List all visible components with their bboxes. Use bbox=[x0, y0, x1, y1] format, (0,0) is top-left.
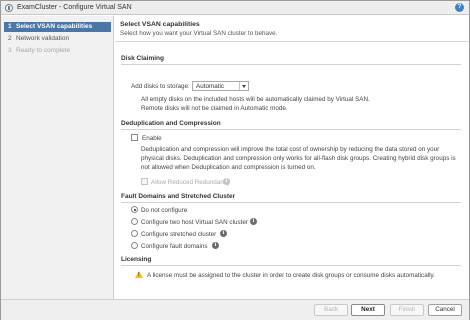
dedup-desc-2: physical disks. Deduplication and compre… bbox=[141, 155, 456, 162]
chevron-down-icon[interactable] bbox=[239, 82, 248, 90]
title-bar: ExamCluster - Configure Virtual SAN ? bbox=[1, 1, 469, 15]
back-button[interactable]: Back bbox=[314, 304, 348, 316]
section-divider bbox=[121, 129, 461, 130]
dedup-desc-3: not allowed when Deduplication and compr… bbox=[141, 164, 316, 171]
step-label: Select VSAN capabilities bbox=[16, 23, 93, 30]
disk-claiming-desc-1: All empty disks on the included hosts wi… bbox=[141, 96, 370, 103]
step-label: Network validation bbox=[16, 35, 70, 42]
wizard-content: Select VSAN capabilities Select how you … bbox=[115, 16, 469, 299]
help-icon[interactable]: ? bbox=[455, 3, 464, 12]
wizard-footer: Back Next Finish Cancel bbox=[1, 299, 469, 320]
info-icon[interactable]: i bbox=[212, 242, 219, 249]
dedup-enable-label[interactable]: Enable bbox=[142, 135, 162, 142]
info-icon[interactable]: i bbox=[250, 218, 257, 225]
info-icon[interactable]: i bbox=[223, 178, 230, 185]
disk-claiming-heading: Disk Claiming bbox=[121, 55, 164, 62]
step-ready-to-complete: 3 Ready to complete bbox=[4, 46, 111, 56]
wizard-steps-sidebar: 1 Select VSAN capabilities 2 Network val… bbox=[1, 16, 114, 299]
window-title: ExamCluster - Configure Virtual SAN bbox=[17, 4, 132, 11]
step-label: Ready to complete bbox=[16, 47, 71, 54]
licensing-warning-text: A license must be assigned to the cluste… bbox=[147, 272, 435, 279]
allow-reduced-redundancy-label: Allow Reduced Redundancy bbox=[151, 179, 231, 186]
step-select-vsan-capabilities[interactable]: 1 Select VSAN capabilities bbox=[4, 22, 111, 32]
wizard-dialog: ExamCluster - Configure Virtual SAN ? 1 … bbox=[0, 0, 470, 320]
next-button[interactable]: Next bbox=[351, 304, 385, 316]
allow-reduced-redundancy-checkbox bbox=[141, 178, 148, 185]
add-disks-select[interactable]: Automatic bbox=[192, 81, 249, 91]
fault-domains-heading: Fault Domains and Stretched Cluster bbox=[121, 193, 236, 200]
section-divider bbox=[121, 265, 461, 266]
radio-fault-domains[interactable] bbox=[131, 242, 138, 249]
add-disks-value: Automatic bbox=[196, 83, 224, 90]
dedup-heading: Deduplication and Compression bbox=[121, 120, 221, 127]
step-number: 1 bbox=[8, 23, 12, 30]
radio-label-fault-domains[interactable]: Configure fault domains bbox=[141, 243, 208, 250]
disk-claiming-desc-2: Remote disks will not be claimed in Auto… bbox=[141, 105, 288, 112]
step-number: 3 bbox=[8, 47, 12, 54]
radio-label-do-not-configure[interactable]: Do not configure bbox=[141, 207, 187, 214]
radio-label-stretched-cluster[interactable]: Configure stretched cluster bbox=[141, 231, 216, 238]
page-subtitle: Select how you want your Virtual SAN clu… bbox=[120, 30, 278, 37]
cancel-button[interactable]: Cancel bbox=[428, 304, 462, 316]
warning-icon bbox=[135, 271, 143, 278]
step-network-validation[interactable]: 2 Network validation bbox=[4, 34, 111, 44]
radio-label-two-host-cluster[interactable]: Configure two host Virtual SAN cluster bbox=[141, 219, 248, 226]
header-divider bbox=[115, 41, 469, 42]
add-disks-label: Add disks to storage: bbox=[131, 83, 190, 90]
dedup-desc-1: Deduplication and compression will impro… bbox=[141, 146, 440, 153]
radio-two-host-cluster[interactable] bbox=[131, 218, 138, 225]
section-divider bbox=[121, 202, 461, 203]
info-icon[interactable]: i bbox=[220, 230, 227, 237]
dedup-enable-checkbox[interactable] bbox=[131, 134, 138, 141]
step-number: 2 bbox=[8, 35, 12, 42]
radio-do-not-configure[interactable] bbox=[131, 206, 138, 213]
licensing-heading: Licensing bbox=[121, 256, 152, 263]
section-divider bbox=[121, 64, 461, 65]
finish-button[interactable]: Finish bbox=[390, 304, 424, 316]
page-title: Select VSAN capabilities bbox=[120, 21, 200, 28]
radio-stretched-cluster[interactable] bbox=[131, 230, 138, 237]
vsphere-app-icon bbox=[5, 4, 13, 12]
